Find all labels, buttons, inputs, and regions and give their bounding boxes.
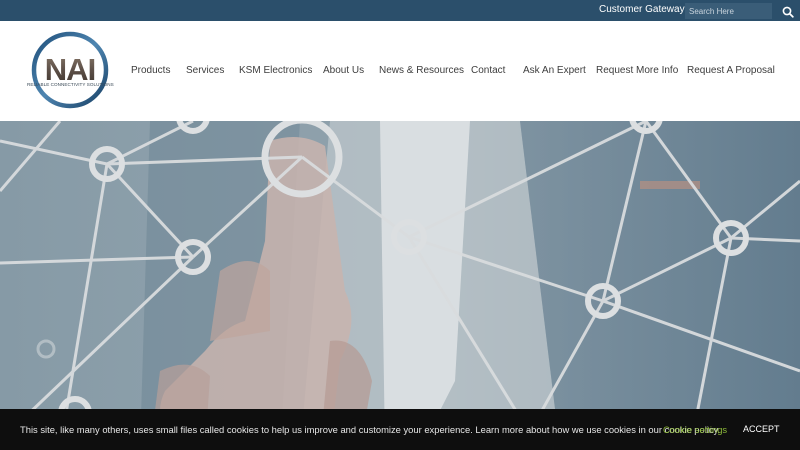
nav-item-about-us[interactable]: About Us — [323, 65, 364, 76]
hero-banner — [0, 121, 800, 450]
nav-item-services[interactable]: Services — [186, 65, 224, 76]
logo-tagline: RELIABLE CONNECTIVITY SOLUTIONS — [27, 82, 114, 87]
cookie-message: This site, like many others, uses small … — [20, 424, 721, 435]
customer-gateway-link[interactable]: Customer Gateway — [599, 4, 685, 15]
nav-item-request-more-info[interactable]: Request More Info — [596, 65, 678, 76]
nav-item-request-a-proposal[interactable]: Request A Proposal — [687, 65, 775, 76]
accept-cookies-button[interactable]: ACCEPT — [743, 424, 780, 434]
nav-item-ksm-electronics[interactable]: KSM Electronics — [239, 65, 312, 76]
search-input[interactable] — [685, 3, 772, 19]
nav-item-products[interactable]: Products — [131, 65, 170, 76]
nav-item-contact[interactable]: Contact — [471, 65, 505, 76]
nav-item-news-resources[interactable]: News & Resources — [379, 65, 464, 76]
top-utility-bar: Customer Gateway — [0, 0, 800, 21]
main-nav: Products Services KSM Electronics About … — [0, 65, 800, 79]
cookie-settings-link[interactable]: Cookie settings — [663, 424, 727, 435]
nav-item-ask-an-expert[interactable]: Ask An Expert — [523, 65, 586, 76]
site-header: NAI RELIABLE CONNECTIVITY SOLUTIONS Prod… — [0, 21, 800, 121]
search-icon[interactable] — [782, 5, 794, 18]
network-hand-image — [0, 121, 800, 450]
cookie-consent-bar: This site, like many others, uses small … — [0, 409, 800, 450]
